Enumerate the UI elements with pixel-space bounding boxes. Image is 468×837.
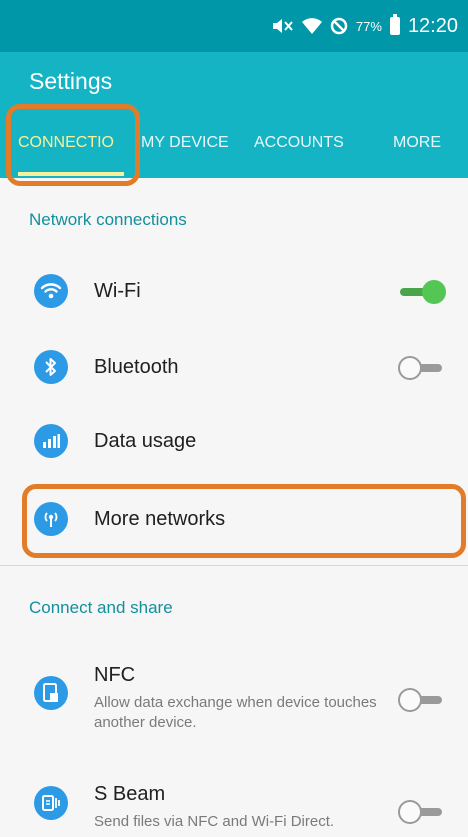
mute-icon bbox=[272, 19, 293, 33]
s-beam-toggle[interactable] bbox=[398, 800, 446, 824]
clock: 12:20 bbox=[407, 14, 458, 37]
tab-more[interactable]: MORE bbox=[393, 134, 441, 152]
battery-percent: 77% bbox=[355, 18, 382, 34]
page-title: Settings bbox=[29, 68, 113, 94]
tab-highlight-box bbox=[6, 104, 140, 186]
s-beam-icon bbox=[34, 786, 68, 820]
more-networks-highlight-box bbox=[22, 484, 466, 558]
data-usage-label: Data usage bbox=[94, 430, 197, 452]
wifi-label: Wi-Fi bbox=[94, 280, 141, 302]
blocked-icon bbox=[330, 17, 348, 35]
section-header-connect-share: Connect and share bbox=[29, 598, 173, 617]
bluetooth-label: Bluetooth bbox=[94, 356, 179, 378]
wifi-icon bbox=[34, 274, 68, 308]
s-beam-label: S Beam bbox=[94, 783, 166, 805]
nfc-label: NFC bbox=[94, 664, 136, 686]
tab-my-device[interactable]: MY DEVICE bbox=[141, 134, 229, 152]
status-icons: 77% 12:20 bbox=[272, 14, 458, 38]
bluetooth-icon bbox=[34, 350, 68, 384]
nfc-toggle[interactable] bbox=[398, 688, 446, 712]
section-divider bbox=[0, 565, 468, 566]
status-bar: 77% 12:20 bbox=[0, 0, 468, 52]
s-beam-description: Send files via NFC and Wi-Fi Direct. bbox=[94, 813, 335, 830]
section-header-network: Network connections bbox=[29, 210, 187, 229]
battery-icon bbox=[389, 14, 400, 35]
bluetooth-toggle[interactable] bbox=[398, 356, 446, 380]
data-usage-icon bbox=[34, 424, 68, 458]
wifi-icon bbox=[301, 18, 322, 34]
wifi-toggle[interactable] bbox=[398, 280, 446, 304]
nfc-icon bbox=[34, 676, 68, 710]
nfc-description: Allow data exchange when device touches … bbox=[94, 694, 377, 731]
tab-accounts[interactable]: ACCOUNTS bbox=[254, 134, 344, 152]
